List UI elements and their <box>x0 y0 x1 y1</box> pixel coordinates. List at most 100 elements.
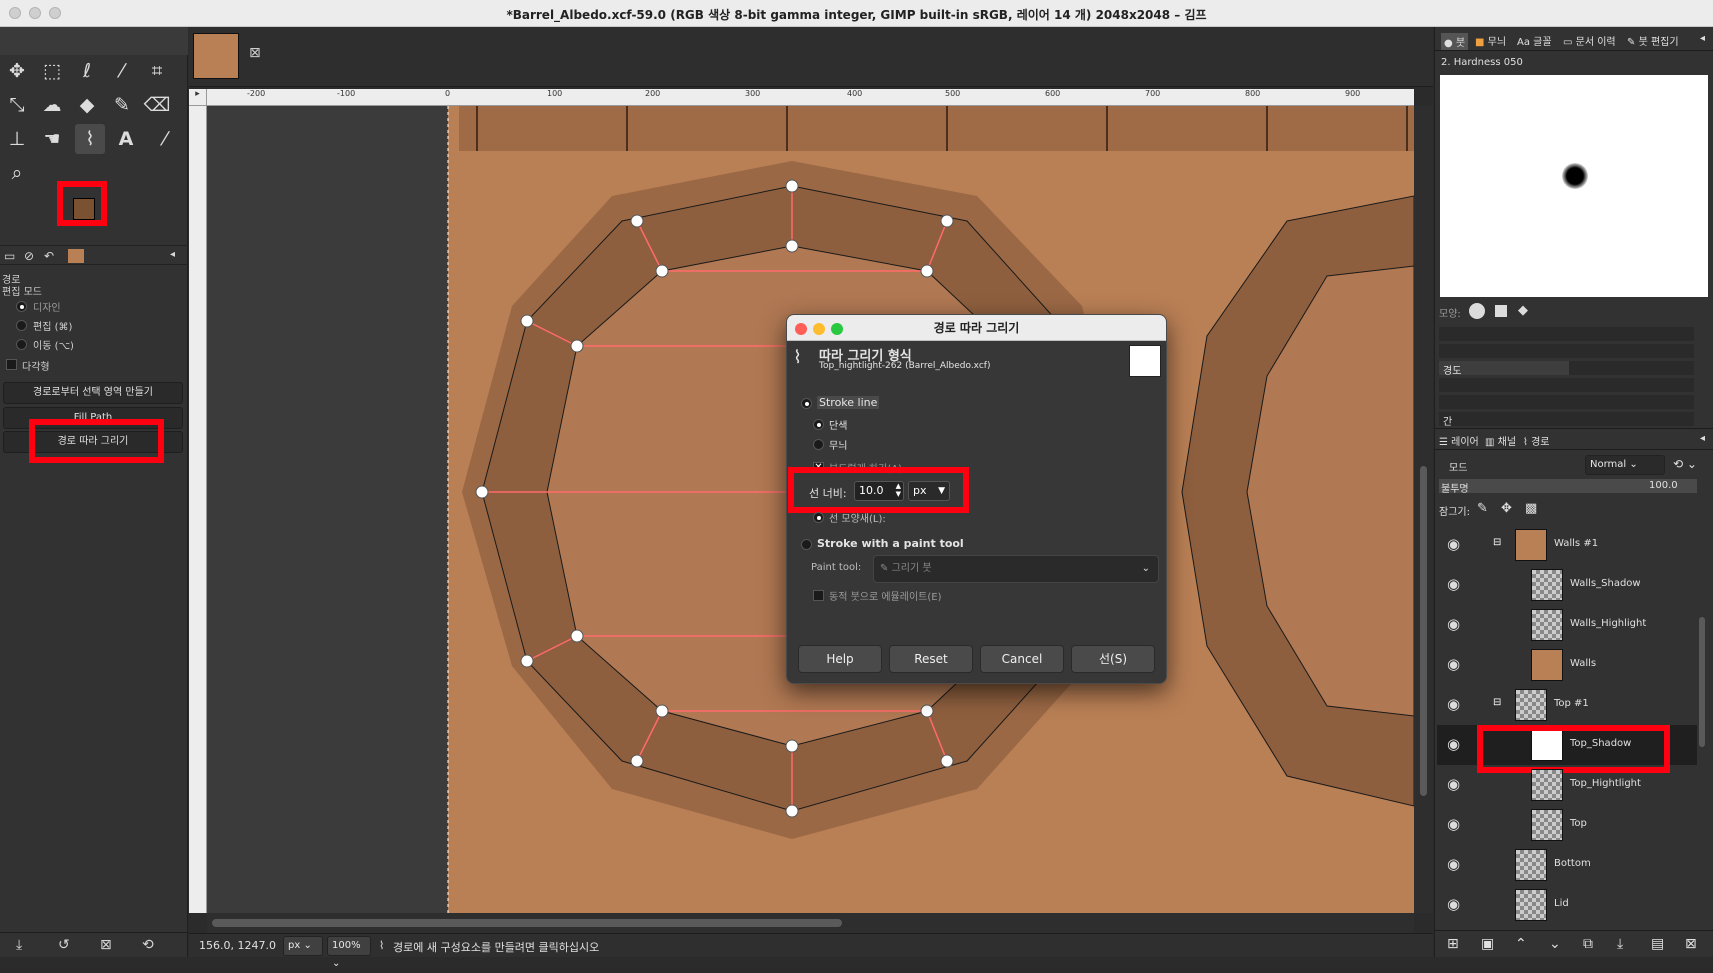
square-shape-icon[interactable] <box>1495 305 1507 317</box>
stroke-line-radio[interactable] <box>801 398 812 409</box>
ruler-corner[interactable]: ▸ <box>189 89 207 106</box>
canvas-vertical-scrollbar[interactable] <box>1414 106 1433 913</box>
close-image-tab-icon[interactable]: ⊠ <box>249 45 261 61</box>
panel-menu-icon[interactable]: ◂ <box>1700 433 1705 444</box>
move-icon[interactable]: ✥ <box>2 56 32 86</box>
visibility-eye-icon[interactable]: ◉ <box>1447 617 1467 632</box>
tab-brushes[interactable]: ● 붓 <box>1441 33 1469 50</box>
collapse-icon[interactable]: ⊟ <box>1493 697 1501 708</box>
layer-row[interactable]: ◉ ⊟ Walls #1 <box>1437 525 1697 565</box>
diamond-shape-icon[interactable]: ◆ <box>1518 303 1528 318</box>
tool-options-tab-icon[interactable]: ▭ <box>4 249 15 263</box>
brush-sliders[interactable]: 경도 간 <box>1439 327 1699 428</box>
visibility-eye-icon[interactable]: ◉ <box>1447 857 1467 872</box>
selection-from-path-button[interactable]: 경로로부터 선택 영역 만들기 <box>3 382 183 404</box>
visibility-eye-icon[interactable]: ◉ <box>1447 897 1467 912</box>
zoom-icon[interactable]: ⌕ <box>2 158 32 188</box>
layers-scrollbar-thumb[interactable] <box>1699 617 1705 747</box>
fuzzy-select-icon[interactable]: ⁄ <box>107 56 137 86</box>
lock-alpha-icon[interactable]: ▩ <box>1525 501 1537 516</box>
warp-icon[interactable]: ☁ <box>37 90 67 120</box>
zoom-select[interactable]: 100% ⌄ <box>327 936 371 969</box>
layer-row[interactable]: ◉ Top <box>1437 805 1697 845</box>
layer-row[interactable]: ◉ Walls_Shadow <box>1437 565 1697 605</box>
layer-row[interactable]: ◉ Bottom <box>1437 845 1697 885</box>
layer-row[interactable]: ◉ Lid <box>1437 885 1697 925</box>
scrollbar-thumb[interactable] <box>1420 466 1427 796</box>
dialog-minimize-button[interactable] <box>813 323 825 335</box>
dialog-zoom-button[interactable] <box>831 323 843 335</box>
stroke-button[interactable]: 선(S) <box>1071 645 1155 673</box>
color-picker-icon[interactable]: ⁄ <box>150 124 180 154</box>
opacity-slider[interactable]: 불투명 100.0 <box>1439 479 1697 495</box>
tab-fonts[interactable]: Aa 글꼴 <box>1517 33 1552 48</box>
delete-options-icon[interactable]: ⊠ <box>100 937 112 953</box>
help-button[interactable]: Help <box>798 645 882 673</box>
image-tab-thumbnail[interactable] <box>193 33 239 79</box>
tab-layers[interactable]: ☰ 레이어 <box>1439 433 1479 448</box>
clone-icon[interactable]: ⊥ <box>2 124 32 154</box>
emulate-dynamics-checkbox[interactable] <box>813 590 824 601</box>
lasso-icon[interactable]: ℓ <box>72 56 102 86</box>
tab-brush-editor[interactable]: ✎ 붓 편집기 <box>1627 33 1679 48</box>
delete-layer-icon[interactable]: ⊠ <box>1685 936 1697 952</box>
paintbrush-icon[interactable]: ✎ <box>107 90 137 120</box>
mode-design-radio[interactable] <box>16 301 27 312</box>
duplicate-layer-icon[interactable]: ⧉ <box>1583 936 1593 952</box>
horizontal-ruler[interactable]: -200 -100 0 100 200 300 400 500 600 700 … <box>207 89 1414 106</box>
pattern-radio[interactable] <box>813 439 824 450</box>
bucket-fill-icon[interactable]: ◆ <box>72 90 102 120</box>
lock-position-icon[interactable]: ✥ <box>1501 501 1512 516</box>
paint-tool-radio[interactable] <box>801 539 812 550</box>
mode-edit-radio[interactable] <box>16 320 27 331</box>
mode-reset-icon[interactable]: ⟲ ⌄ <box>1673 457 1697 471</box>
reset-options-icon[interactable]: ⟲ <box>142 937 154 953</box>
visibility-eye-icon[interactable]: ◉ <box>1447 697 1467 712</box>
dialog-close-button[interactable] <box>795 323 807 335</box>
merge-layer-icon[interactable]: ⤓ <box>1617 936 1623 952</box>
layer-row[interactable]: ◉ ⊟ Top #1 <box>1437 685 1697 725</box>
visibility-eye-icon[interactable]: ◉ <box>1447 737 1467 752</box>
transform-icon[interactable]: ⤡ <box>2 90 32 120</box>
scrollbar-thumb[interactable] <box>212 919 842 927</box>
lower-layer-icon[interactable]: ⌄ <box>1549 936 1561 952</box>
new-layer-icon[interactable]: ⊞ <box>1447 936 1459 952</box>
visibility-eye-icon[interactable]: ◉ <box>1447 657 1467 672</box>
panel-menu-icon[interactable]: ◂ <box>170 249 175 260</box>
tab-channels[interactable]: ▥ 채널 <box>1485 433 1516 448</box>
crop-icon[interactable]: ⌗ <box>142 56 172 86</box>
status-unit-select[interactable]: px ⌄ <box>283 936 323 956</box>
visibility-eye-icon[interactable]: ◉ <box>1447 577 1467 592</box>
images-tab-icon[interactable] <box>68 249 84 263</box>
rect-select-icon[interactable]: ⬚ <box>37 56 67 86</box>
canvas-horizontal-scrollbar[interactable] <box>207 913 1414 933</box>
new-group-icon[interactable]: ▣ <box>1481 936 1494 952</box>
collapse-icon[interactable]: ⊟ <box>1493 537 1501 548</box>
device-status-tab-icon[interactable]: ⊘ <box>24 249 34 263</box>
visibility-eye-icon[interactable]: ◉ <box>1447 537 1467 552</box>
tab-paths[interactable]: ⌇ 경로 <box>1523 433 1549 448</box>
paths-tool-icon[interactable]: ⌇ <box>75 124 105 154</box>
cancel-button[interactable]: Cancel <box>980 645 1064 673</box>
reset-button[interactable]: Reset <box>889 645 973 673</box>
mask-layer-icon[interactable]: ▤ <box>1651 936 1664 952</box>
layer-mode-select[interactable]: Normal ⌄ <box>1585 455 1665 475</box>
layer-row[interactable]: ◉ Walls_Highlight <box>1437 605 1697 645</box>
layer-row[interactable]: ◉ Top_Hightlight <box>1437 765 1697 805</box>
eraser-icon[interactable]: ⌫ <box>142 90 172 120</box>
paint-tool-select[interactable]: ✎ 그리기 붓 ⌄ <box>873 555 1159 583</box>
raise-layer-icon[interactable]: ⌃ <box>1515 936 1527 952</box>
tab-document-history[interactable]: ▭ 문서 이력 <box>1563 33 1616 48</box>
tab-patterns[interactable]: ■ 무늬 <box>1475 33 1506 48</box>
restore-options-icon[interactable]: ↺ <box>58 937 70 953</box>
lock-pixels-icon[interactable]: ✎ <box>1477 501 1488 516</box>
round-shape-icon[interactable] <box>1469 303 1485 319</box>
undo-history-tab-icon[interactable]: ↶ <box>44 249 54 263</box>
line-style-expander[interactable] <box>813 512 824 523</box>
mode-move-radio[interactable] <box>16 339 27 350</box>
layer-row[interactable]: ◉ Walls <box>1437 645 1697 685</box>
text-icon[interactable]: A <box>111 124 141 154</box>
vertical-ruler[interactable] <box>189 106 207 913</box>
solid-color-radio[interactable] <box>813 419 824 430</box>
save-options-icon[interactable]: ⤓ <box>16 937 22 953</box>
